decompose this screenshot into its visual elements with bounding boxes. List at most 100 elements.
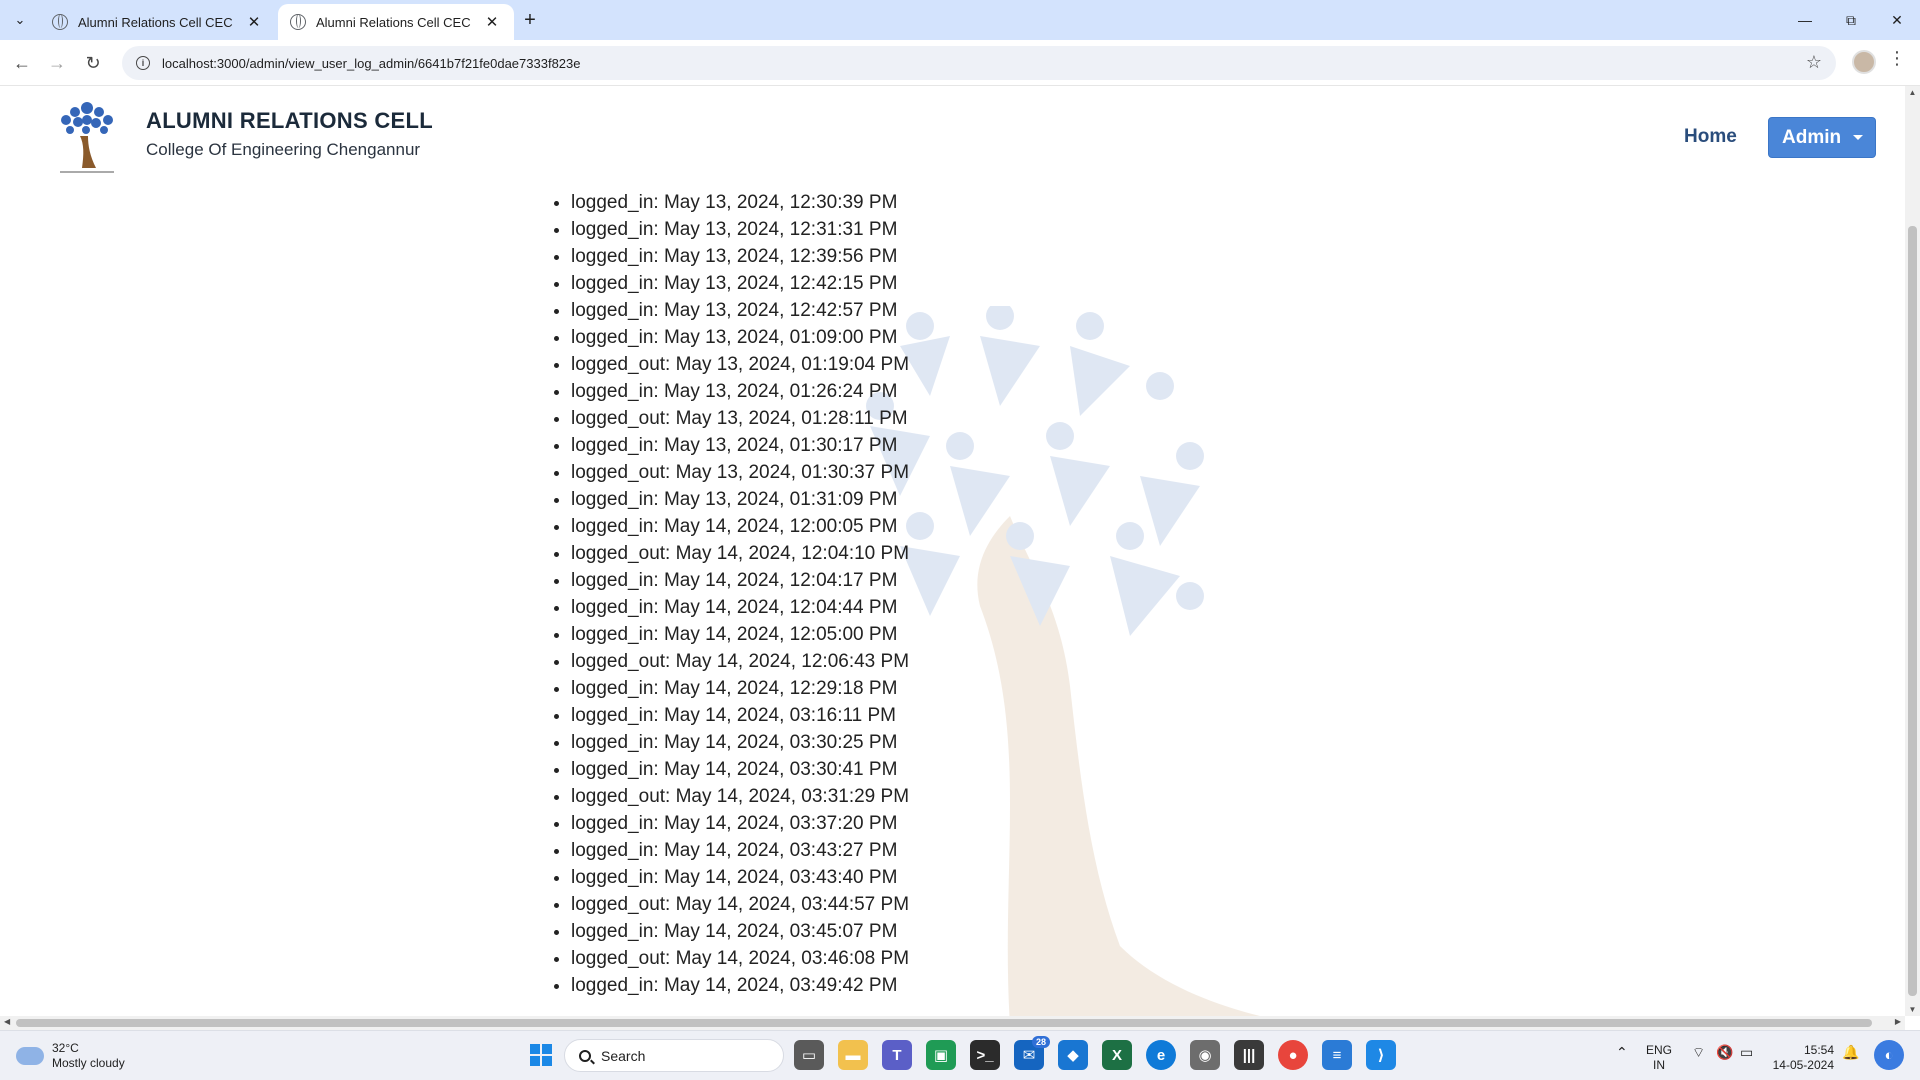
language-line2: IN [1653, 1058, 1665, 1072]
log-entry: logged_in: May 14, 2024, 12:29:18 PM [571, 675, 909, 702]
log-entry: logged_out: May 14, 2024, 03:44:57 PM [571, 891, 909, 918]
clock[interactable]: 15:54 14-05-2024 [1770, 1043, 1834, 1073]
task-view-icon[interactable]: ▭ [794, 1040, 824, 1070]
globe-icon [52, 14, 68, 30]
address-bar[interactable]: i localhost:3000/admin/view_user_log_adm… [122, 46, 1836, 80]
cloud-icon [16, 1041, 44, 1065]
log-entry: logged_in: May 13, 2024, 01:30:17 PM [571, 432, 909, 459]
log-entry: logged_in: May 13, 2024, 12:42:15 PM [571, 270, 909, 297]
taskbar-search[interactable]: Search [564, 1039, 784, 1072]
windows-taskbar: 32°C Mostly cloudy Search ▭ ▬ T ▣ >_ ✉ 28… [0, 1030, 1920, 1080]
battery-icon[interactable]: ▭ [1740, 1045, 1753, 1060]
vertical-scroll-thumb[interactable] [1908, 226, 1917, 996]
scroll-right-arrow-icon[interactable]: ▶ [1895, 1017, 1901, 1026]
reload-icon[interactable]: ↻ [80, 50, 106, 76]
log-entry: logged_out: May 14, 2024, 12:06:43 PM [571, 648, 909, 675]
store-icon[interactable]: ◆ [1058, 1040, 1088, 1070]
clock-time: 15:54 [1803, 1043, 1834, 1057]
tree-watermark [866, 306, 1260, 1016]
info-icon[interactable]: i [136, 56, 150, 70]
profile-avatar[interactable] [1852, 50, 1876, 74]
notification-bell-icon[interactable]: 🔔 [1842, 1045, 1859, 1060]
globe-icon [290, 14, 306, 30]
tab-title: Alumni Relations Cell CEC [78, 14, 233, 30]
minimize-icon[interactable]: — [1782, 0, 1828, 40]
log-entry: logged_in: May 14, 2024, 12:00:05 PM [571, 513, 909, 540]
log-entry: logged_out: May 13, 2024, 01:19:04 PM [571, 351, 909, 378]
notepad-icon[interactable]: ≡ [1322, 1040, 1352, 1070]
log-entry: logged_in: May 14, 2024, 12:04:17 PM [571, 567, 909, 594]
user-log-list: logged_in: May 13, 2024, 12:30:39 PMlogg… [571, 189, 909, 999]
vertical-scrollbar[interactable]: ▲ ▼ [1905, 86, 1920, 1016]
barcode-app-icon[interactable]: ||| [1234, 1040, 1264, 1070]
scroll-up-arrow-icon[interactable]: ▲ [1908, 88, 1917, 97]
url-text[interactable]: localhost:3000/admin/view_user_log_admin… [162, 56, 581, 71]
excel-icon[interactable]: X [1102, 1040, 1132, 1070]
site-header: ALUMNI RELATIONS CELL College Of Enginee… [0, 86, 1905, 186]
terminal-icon[interactable]: >_ [970, 1040, 1000, 1070]
window-close-icon[interactable]: ✕ [1874, 0, 1920, 40]
wifi-icon[interactable]: ⌔ [1692, 1045, 1705, 1060]
log-entry: logged_in: May 13, 2024, 01:26:24 PM [571, 378, 909, 405]
horizontal-scroll-thumb[interactable] [16, 1019, 1872, 1027]
language-indicator[interactable]: ENG IN [1646, 1043, 1672, 1073]
browser-tab-1[interactable]: Alumni Relations Cell CEC ✕ [40, 4, 276, 40]
vscode-icon[interactable]: ⟩ [1366, 1040, 1396, 1070]
log-entry: logged_in: May 14, 2024, 03:43:27 PM [571, 837, 909, 864]
log-entry: logged_in: May 14, 2024, 03:37:20 PM [571, 810, 909, 837]
brand-subtitle: College Of Engineering Chengannur [146, 140, 421, 159]
scroll-left-arrow-icon[interactable]: ◀ [4, 1017, 10, 1026]
camera-app-icon[interactable]: ◉ [1190, 1040, 1220, 1070]
admin-label: Admin [1782, 126, 1842, 148]
close-icon[interactable]: ✕ [482, 12, 502, 32]
search-icon [579, 1049, 591, 1062]
language-line1: ENG [1646, 1043, 1673, 1057]
nav-home-link[interactable]: Home [1684, 126, 1737, 148]
browser-tab-2[interactable]: Alumni Relations Cell CEC ✕ [278, 4, 514, 40]
log-entry: logged_in: May 13, 2024, 12:39:56 PM [571, 243, 909, 270]
bookmark-star-icon[interactable]: ☆ [1806, 52, 1822, 73]
log-entry: logged_in: May 14, 2024, 12:05:00 PM [571, 621, 909, 648]
log-entry: logged_in: May 14, 2024, 03:30:41 PM [571, 756, 909, 783]
new-tab-button[interactable]: + [518, 8, 542, 32]
page-viewport: ALUMNI RELATIONS CELL College Of Enginee… [0, 86, 1905, 1016]
log-entry: logged_out: May 13, 2024, 01:28:11 PM [571, 405, 909, 432]
log-entry: logged_in: May 14, 2024, 03:43:40 PM [571, 864, 909, 891]
log-entry: logged_out: May 14, 2024, 12:04:10 PM [571, 540, 909, 567]
photos-app-icon[interactable]: ▣ [926, 1040, 956, 1070]
caret-down-icon [1853, 135, 1864, 140]
log-entry: logged_out: May 14, 2024, 03:46:08 PM [571, 945, 909, 972]
log-entry: logged_in: May 14, 2024, 03:45:07 PM [571, 918, 909, 945]
log-entry: logged_in: May 13, 2024, 12:42:57 PM [571, 297, 909, 324]
edge-icon[interactable]: e [1146, 1040, 1176, 1070]
mail-badge: 28 [1031, 1036, 1050, 1048]
weather-widget[interactable]: 32°C Mostly cloudy [16, 1041, 125, 1071]
file-explorer-icon[interactable]: ▬ [838, 1040, 868, 1070]
mail-icon[interactable]: ✉ 28 [1014, 1036, 1050, 1070]
forward-arrow-icon[interactable]: → [44, 50, 70, 76]
speaker-muted-icon[interactable]: 🔇 [1716, 1045, 1733, 1060]
close-icon[interactable]: ✕ [244, 12, 264, 32]
log-entry: logged_in: May 13, 2024, 12:31:31 PM [571, 216, 909, 243]
log-entry: logged_in: May 14, 2024, 03:49:42 PM [571, 972, 909, 999]
scroll-down-arrow-icon[interactable]: ▼ [1908, 1005, 1917, 1014]
log-entry: logged_in: May 13, 2024, 01:09:00 PM [571, 324, 909, 351]
copilot-icon[interactable]: ◐ [1874, 1040, 1904, 1070]
log-entry: logged_out: May 14, 2024, 03:31:29 PM [571, 783, 909, 810]
clock-date: 14-05-2024 [1772, 1058, 1834, 1072]
tab-search-icon[interactable]: ⌄ [6, 8, 34, 32]
log-entry: logged_in: May 14, 2024, 03:30:25 PM [571, 729, 909, 756]
chrome-icon[interactable]: ● [1278, 1040, 1308, 1070]
menu-kebab-icon[interactable]: ⋮ [1888, 48, 1906, 69]
alumni-cell-logo[interactable] [48, 96, 126, 176]
restore-icon[interactable]: ⧉ [1828, 0, 1874, 40]
teams-icon[interactable]: T [882, 1040, 912, 1070]
back-arrow-icon[interactable]: ← [9, 50, 35, 76]
horizontal-scrollbar[interactable]: ◀ ▶ [0, 1016, 1905, 1030]
weather-temp: 32°C [52, 1041, 79, 1055]
chevron-up-icon[interactable]: ⌃ [1616, 1045, 1628, 1060]
windows-start-icon[interactable] [526, 1040, 556, 1070]
log-entry: logged_in: May 13, 2024, 01:31:09 PM [571, 486, 909, 513]
admin-dropdown-button[interactable]: Admin [1768, 117, 1876, 158]
log-entry: logged_in: May 13, 2024, 12:30:39 PM [571, 189, 909, 216]
